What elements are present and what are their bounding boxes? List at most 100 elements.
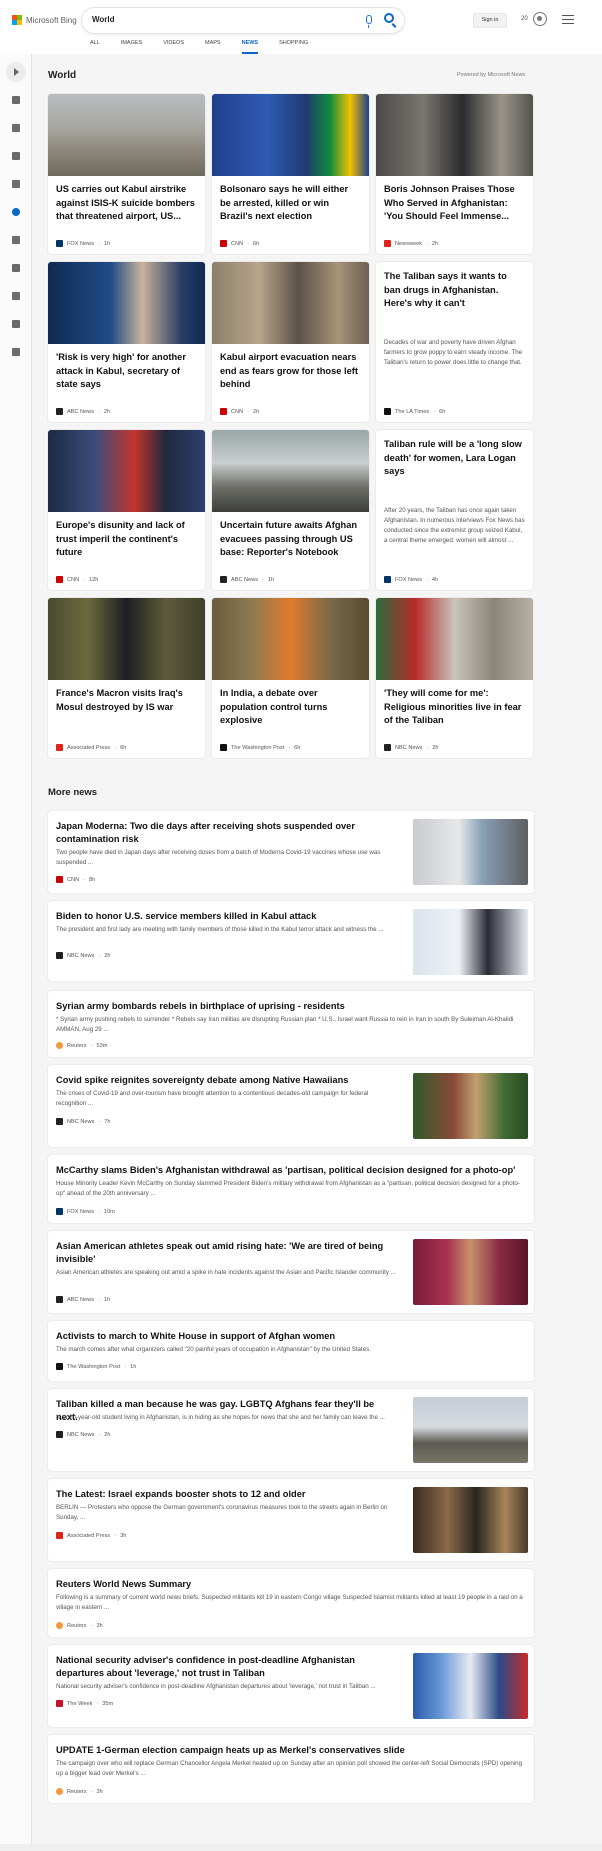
news-thumbnail <box>413 909 528 975</box>
news-title[interactable]: National security adviser's confidence i… <box>56 1654 396 1680</box>
news-list-item[interactable]: Japan Moderna: Two die days after receiv… <box>48 811 534 893</box>
news-title[interactable]: Covid spike reignites sovereignty debate… <box>56 1074 396 1087</box>
rewards-icon[interactable] <box>533 12 547 26</box>
more-news-title: More news <box>48 787 98 798</box>
news-image <box>48 430 205 512</box>
news-title[interactable]: Activists to march to White House in sup… <box>56 1330 526 1343</box>
news-card[interactable]: US carries out Kabul airstrike against I… <box>48 94 205 254</box>
search-box[interactable]: World <box>82 8 404 33</box>
news-card[interactable]: Kabul airport evacuation nears end as fe… <box>212 262 369 422</box>
tab-shopping[interactable]: SHOPPING <box>279 40 308 54</box>
news-title[interactable]: The Taliban says it wants to ban drugs i… <box>384 270 525 311</box>
news-list-item[interactable]: Syrian army bombards rebels in birthplac… <box>48 991 534 1057</box>
scitech-icon[interactable] <box>12 236 20 244</box>
brand-name: Microsoft Bing <box>26 15 77 25</box>
news-title[interactable]: US carries out Kabul airstrike against I… <box>56 183 197 224</box>
menu-icon[interactable] <box>562 15 574 24</box>
news-snippet: The campaign over who will replace Germa… <box>56 1760 523 1777</box>
news-source: The Washington Post · 6h <box>220 744 300 751</box>
news-card[interactable]: Europe's disunity and lack of trust impe… <box>48 430 205 590</box>
home-icon[interactable] <box>12 96 20 104</box>
news-card[interactable]: The Taliban says it wants to ban drugs i… <box>376 262 533 422</box>
news-source: ABC News · 2h <box>56 408 110 415</box>
news-title[interactable]: 'Risk is very high' for another attack i… <box>56 351 197 392</box>
news-snippet: Two people have died in Japan days after… <box>56 849 381 866</box>
tab-news[interactable]: NEWS <box>241 40 258 54</box>
world-globe-icon[interactable] <box>12 208 20 216</box>
news-title[interactable]: Bolsonaro says he will either be arreste… <box>220 183 361 224</box>
news-thumbnail <box>413 1653 528 1719</box>
trending-icon[interactable] <box>12 124 20 132</box>
news-title[interactable]: 'They will come for me': Religious minor… <box>384 687 525 728</box>
news-title[interactable]: France's Macron visits Iraq's Mosul dest… <box>56 687 197 714</box>
news-card[interactable]: Uncertain future awaits Afghan evacuees … <box>212 430 369 590</box>
source-logo-icon <box>56 1622 63 1629</box>
news-title[interactable]: UPDATE 1-German election campaign heats … <box>56 1744 526 1757</box>
news-title[interactable]: Reuters World News Summary <box>56 1578 526 1591</box>
tab-images[interactable]: IMAGES <box>121 40 142 54</box>
news-source: ABC News · 1h <box>220 576 274 583</box>
tab-all[interactable]: ALL <box>90 40 100 54</box>
source-logo-icon <box>56 1700 63 1707</box>
news-card[interactable]: Bolsonaro says he will either be arreste… <box>212 94 369 254</box>
news-list-item[interactable]: Biden to honor U.S. service members kill… <box>48 901 534 981</box>
politics-icon[interactable] <box>12 320 20 328</box>
news-title[interactable]: Biden to honor U.S. service members kill… <box>56 910 396 923</box>
money-icon[interactable] <box>12 348 20 356</box>
news-title[interactable]: Asian American athletes speak out amid r… <box>56 1240 396 1266</box>
news-image <box>48 598 205 680</box>
tab-maps[interactable]: MAPS <box>205 40 221 54</box>
news-image <box>212 430 369 512</box>
expand-rail-button[interactable] <box>6 62 26 82</box>
news-title[interactable]: Taliban rule will be a 'long slow death'… <box>384 438 525 479</box>
news-title[interactable]: Uncertain future awaits Afghan evacuees … <box>220 519 361 560</box>
sports-icon[interactable] <box>12 264 20 272</box>
news-thumbnail <box>413 1073 528 1139</box>
news-list-item[interactable]: Asian American athletes speak out amid r… <box>48 1231 534 1313</box>
news-title[interactable]: Kabul airport evacuation nears end as fe… <box>220 351 361 392</box>
news-card[interactable]: In India, a debate over population contr… <box>212 598 369 758</box>
news-title[interactable]: In India, a debate over population contr… <box>220 687 361 728</box>
news-source: Reuters · 3h <box>56 1788 103 1795</box>
news-source: NBC News · 2h <box>384 744 438 751</box>
news-source: FOX News · 4h <box>384 576 438 583</box>
news-list-item[interactable]: National security adviser's confidence i… <box>48 1645 534 1727</box>
news-card[interactable]: Taliban rule will be a 'long slow death'… <box>376 430 533 590</box>
news-title[interactable]: Japan Moderna: Two die days after receiv… <box>56 820 396 846</box>
news-list-item[interactable]: Taliban killed a man because he was gay.… <box>48 1389 534 1471</box>
news-card[interactable]: France's Macron visits Iraq's Mosul dest… <box>48 598 205 758</box>
microphone-icon[interactable] <box>366 15 372 28</box>
news-card[interactable]: Boris Johnson Praises Those Who Served i… <box>376 94 533 254</box>
news-title[interactable]: Europe's disunity and lack of trust impe… <box>56 519 197 560</box>
sign-in-button[interactable]: Sign in <box>473 13 507 28</box>
news-source: Associated Press · 3h <box>56 1532 126 1539</box>
local-pin-icon[interactable] <box>12 180 20 188</box>
news-list-item[interactable]: The Latest: Israel expands booster shots… <box>48 1479 534 1561</box>
bing-logo[interactable]: Microsoft Bing <box>12 15 77 25</box>
news-card[interactable]: 'Risk is very high' for another attack i… <box>48 262 205 422</box>
tab-videos[interactable]: VIDEOS <box>163 40 184 54</box>
source-logo-icon <box>56 1363 63 1370</box>
news-list-item[interactable]: McCarthy slams Biden's Afghanistan withd… <box>48 1155 534 1223</box>
search-icon[interactable] <box>384 13 394 23</box>
news-list-item[interactable]: Activists to march to White House in sup… <box>48 1321 534 1381</box>
news-title[interactable]: McCarthy slams Biden's Afghanistan withd… <box>56 1164 526 1177</box>
us-flag-icon[interactable] <box>12 152 20 160</box>
source-logo-icon <box>56 1118 63 1125</box>
news-title[interactable]: Syrian army bombards rebels in birthplac… <box>56 1000 526 1013</box>
footer-strip <box>0 1844 602 1851</box>
news-list-item[interactable]: UPDATE 1-German election campaign heats … <box>48 1735 534 1803</box>
news-snippet: * Syrian army pushing rebels to surrende… <box>56 1016 514 1033</box>
news-list-item[interactable]: Reuters World News Summary Following is … <box>48 1569 534 1637</box>
source-logo-icon <box>384 240 391 247</box>
source-logo-icon <box>384 576 391 583</box>
search-input[interactable]: World <box>92 15 115 24</box>
source-logo-icon <box>56 1532 63 1539</box>
powered-by[interactable]: Powered by Microsoft News <box>457 72 525 78</box>
news-title[interactable]: Boris Johnson Praises Those Who Served i… <box>384 183 525 224</box>
entertainment-icon[interactable] <box>12 292 20 300</box>
rewards-points[interactable]: 20 <box>521 16 528 22</box>
news-card[interactable]: 'They will come for me': Religious minor… <box>376 598 533 758</box>
news-title[interactable]: The Latest: Israel expands booster shots… <box>56 1488 396 1501</box>
news-list-item[interactable]: Covid spike reignites sovereignty debate… <box>48 1065 534 1147</box>
